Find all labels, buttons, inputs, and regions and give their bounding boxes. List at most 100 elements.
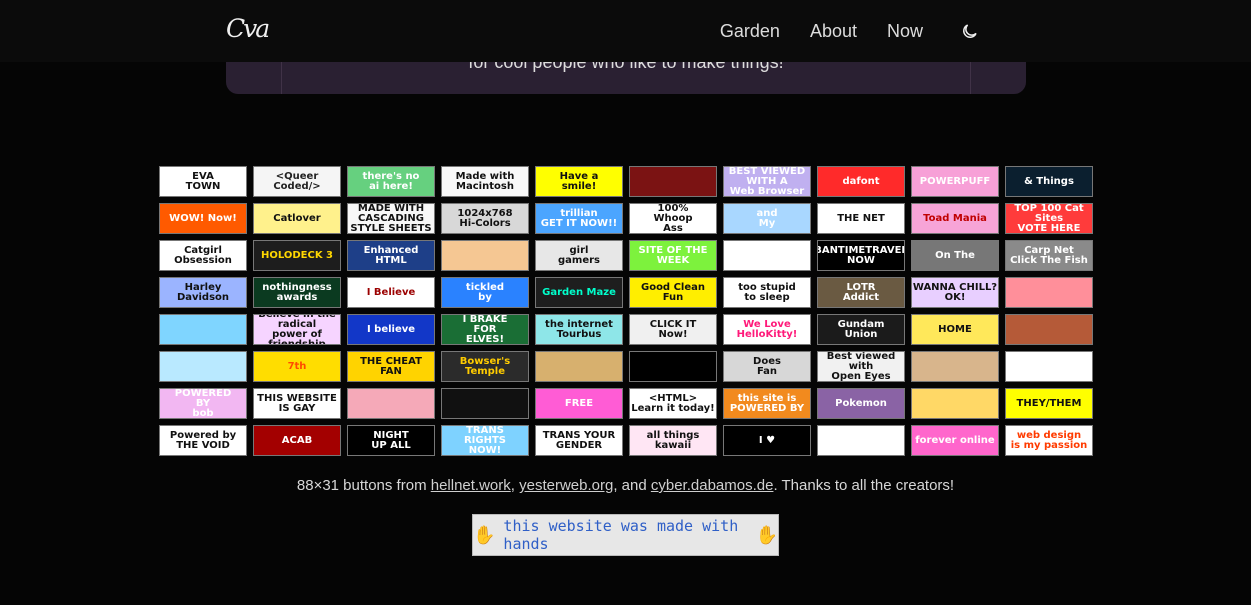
88x31-button[interactable]: <HTML> Learn it today! [629,388,717,419]
88x31-button[interactable]: all things kawaii [629,425,717,456]
88x31-button[interactable]: WOW! Now! [159,203,247,234]
88x31-button[interactable]: dafont [817,166,905,197]
button-label: 1024x768 Hi-Colors [457,207,513,229]
88x31-button[interactable]: Catlover [253,203,341,234]
nav-link-now[interactable]: Now [887,20,923,42]
88x31-button[interactable]: LOTR Addict [817,277,905,308]
88x31-button[interactable]: Pokemon [817,388,905,419]
site-logo[interactable]: Cva [226,14,270,44]
88x31-button[interactable]: I believe [347,314,435,345]
88x31-button[interactable]: FREE [535,388,623,419]
88x31-button[interactable]: Good Clean Fun [629,277,717,308]
88x31-button[interactable]: Gundam Union [817,314,905,345]
88x31-button[interactable]: Believe in the radical power of friendsh… [253,314,341,345]
88x31-button[interactable]: SITE OF THE WEEK [629,240,717,271]
88x31-button[interactable]: THE CHEAT FAN [347,351,435,382]
88x31-button[interactable]: EVA TOWN [159,166,247,197]
88x31-button[interactable]: Bowser's Temple [441,351,529,382]
nav-link-garden[interactable]: Garden [720,20,780,42]
hellnet-link[interactable]: hellnet.work [431,477,511,494]
88x31-button[interactable]: 100% Whoop Ass [629,203,717,234]
88x31-button[interactable] [911,388,999,419]
button-label: Catlover [273,212,321,224]
88x31-button[interactable] [911,351,999,382]
88x31-button[interactable]: 7th [253,351,341,382]
88x31-button[interactable]: Harley Davidson [159,277,247,308]
88x31-button[interactable]: Made with Macintosh [441,166,529,197]
made-with-hands-text: this website was made with hands [503,517,739,553]
88x31-button[interactable]: 1024x768 Hi-Colors [441,203,529,234]
88x31-button[interactable]: TRANS RIGHTS NOW! [441,425,529,456]
88x31-button[interactable]: this site is POWERED BY [723,388,811,419]
88x31-button[interactable]: BANTIMETRAVEL NOW [817,240,905,271]
88x31-button[interactable]: web design is my passion [1005,425,1093,456]
button-label: tickled by [465,281,505,303]
88x31-button[interactable]: there's no ai here! [347,166,435,197]
88x31-button[interactable] [441,388,529,419]
88x31-button[interactable] [535,351,623,382]
cyber-dabamos-link[interactable]: cyber.dabamos.de [651,477,774,494]
88x31-button[interactable]: too stupid to sleep [723,277,811,308]
88x31-button[interactable] [817,425,905,456]
button-label: nothingness awards [262,281,332,303]
88x31-button[interactable]: <Queer Coded/> [253,166,341,197]
button-label: THE NET [837,212,885,224]
88x31-button[interactable]: Does Fan [723,351,811,382]
88x31-button[interactable] [1005,277,1093,308]
88x31-button[interactable]: I BRAKE FOR ELVES! [441,314,529,345]
nav-link-about[interactable]: About [810,20,857,42]
88x31-button[interactable]: trillian GET IT NOW!! [535,203,623,234]
88x31-button[interactable]: BEST VIEWED WITH A Web Browser [723,166,811,197]
88x31-button[interactable]: & Things [1005,166,1093,197]
88x31-button[interactable] [629,166,717,197]
88x31-button[interactable]: On The [911,240,999,271]
88x31-button[interactable]: MADE WITH CASCADING STYLE SHEETS [347,203,435,234]
theme-toggle-button[interactable] [960,20,980,42]
88x31-button[interactable]: We Love HelloKitty! [723,314,811,345]
button-label: Carp Net Click The Fish [1010,244,1088,266]
88x31-button[interactable]: I ♥ [723,425,811,456]
button-label: WANNA CHILL? OK! [912,281,998,303]
88x31-button[interactable]: Carp Net Click The Fish [1005,240,1093,271]
88x31-button[interactable]: POWERED BY bob [159,388,247,419]
88x31-button[interactable]: WANNA CHILL? OK! [911,277,999,308]
88x31-button[interactable]: Enhanced HTML [347,240,435,271]
88x31-button[interactable]: girl gamers [535,240,623,271]
88x31-button[interactable]: tickled by [441,277,529,308]
88x31-button[interactable]: TRANS YOUR GENDER [535,425,623,456]
88x31-button[interactable] [347,388,435,419]
88x31-button[interactable]: THIS WEBSITE IS GAY [253,388,341,419]
88x31-button[interactable]: Powered by THE VOID [159,425,247,456]
88x31-button[interactable]: HOME [911,314,999,345]
88x31-button[interactable]: POWERPUFF [911,166,999,197]
88x31-button[interactable]: I Believe [347,277,435,308]
button-label: Gundam Union [837,318,885,340]
button-label: Have a smile! [559,170,599,192]
88x31-button[interactable] [159,314,247,345]
88x31-button[interactable]: Catgirl Obsession [159,240,247,271]
88x31-button[interactable] [629,351,717,382]
88x31-button[interactable]: Garden Maze [535,277,623,308]
88x31-button[interactable]: THEY/THEM [1005,388,1093,419]
88x31-button[interactable]: and My [723,203,811,234]
88x31-button[interactable] [441,240,529,271]
button-label: dafont [842,175,880,187]
88x31-button[interactable]: Have a smile! [535,166,623,197]
88x31-button[interactable]: forever online [911,425,999,456]
88x31-button[interactable] [159,351,247,382]
88x31-button[interactable]: NIGHT UP ALL [347,425,435,456]
88x31-button[interactable]: the internet Tourbus [535,314,623,345]
88x31-button[interactable]: nothingness awards [253,277,341,308]
88x31-button[interactable] [1005,351,1093,382]
88x31-button[interactable]: CLICK IT Now! [629,314,717,345]
88x31-button[interactable]: TOP 100 Cat Sites VOTE HERE [1005,203,1093,234]
top-navbar: Cva Garden About Now [0,0,1251,62]
yesterweb-link[interactable]: yesterweb.org [519,477,613,494]
88x31-button[interactable]: Toad Mania [911,203,999,234]
88x31-button[interactable] [723,240,811,271]
88x31-button[interactable]: THE NET [817,203,905,234]
88x31-button[interactable]: HOLODECK 3 [253,240,341,271]
88x31-button[interactable] [1005,314,1093,345]
88x31-button[interactable]: ACAB [253,425,341,456]
88x31-button[interactable]: Best viewed with Open Eyes [817,351,905,382]
